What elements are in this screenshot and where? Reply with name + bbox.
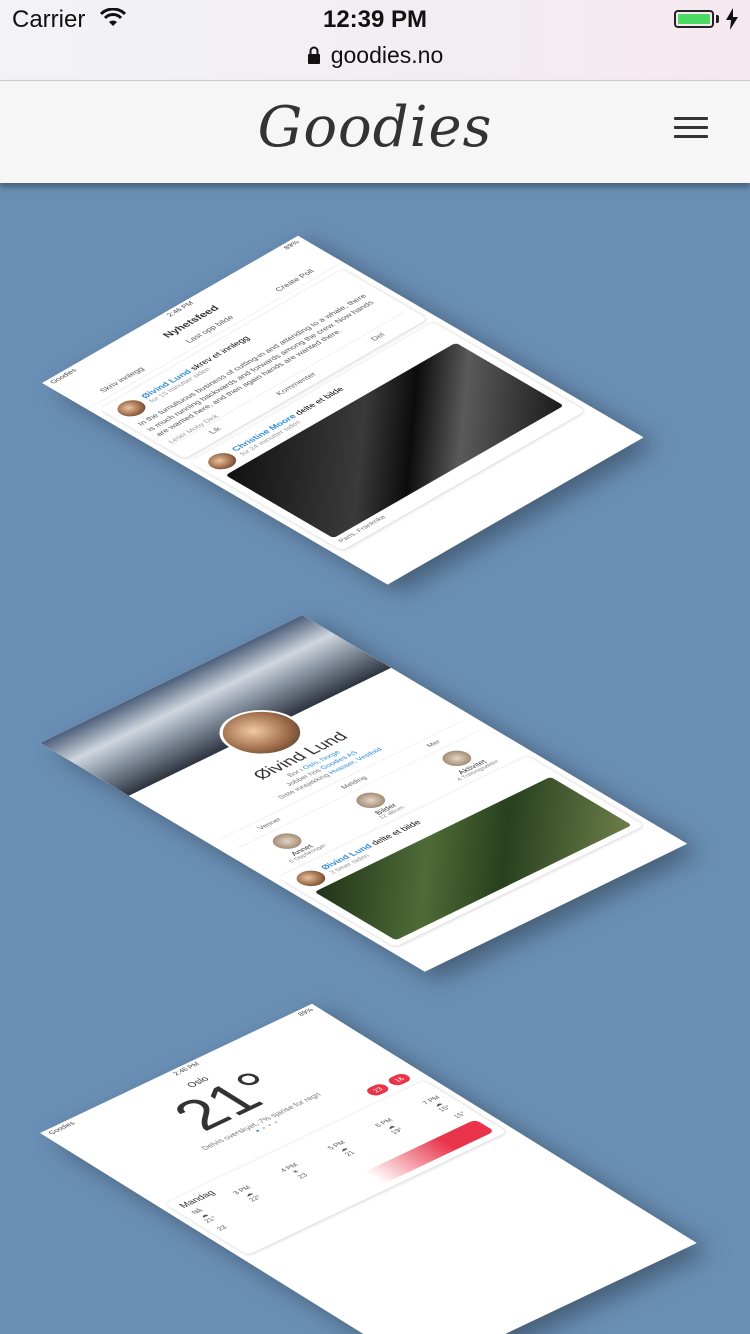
- mock-share: Del: [368, 331, 387, 342]
- hour-item: 3 PM ☁ 22°: [231, 1184, 266, 1204]
- profile-screenshot: Øivind Lund Bor i Oslo, Norge Jobber hos…: [40, 615, 688, 972]
- mock-more: Mer: [424, 738, 443, 749]
- mock-like: Lik: [206, 425, 224, 435]
- mock-badge: 23: [363, 1082, 392, 1098]
- hour-item: 7 PM ☁ 15°: [420, 1095, 455, 1115]
- url-display[interactable]: goodies.no: [0, 42, 750, 69]
- hour-item: 4 PM ☀ 23: [278, 1162, 313, 1182]
- status-bar: Carrier 12:39 PM: [0, 0, 750, 40]
- address-bar[interactable]: goodies.no: [0, 40, 750, 81]
- hamburger-menu-button[interactable]: [672, 111, 710, 149]
- newsfeed-screenshot: Goodies 2:46 PM 89% Nyhetsfeed Skriv inn…: [42, 235, 644, 585]
- mock-value: 15°: [451, 1110, 468, 1120]
- mock-message: Melding: [338, 774, 369, 790]
- hour-item: 6 PM ☁ 19°: [373, 1117, 408, 1137]
- app-showcase: Goodies 2:46 PM 89% Nyhetsfeed Skriv inn…: [0, 183, 750, 1334]
- battery-tip: [716, 15, 719, 23]
- mock-badge: 16: [385, 1072, 414, 1087]
- hour-item: Nå ☁ 21°: [189, 1207, 219, 1224]
- hour-item: 5 PM ☁ 21: [326, 1140, 361, 1160]
- site-header: Goodies: [0, 81, 750, 183]
- weather-screenshot: Goodies 2:46 PM 89% Oslo 21° Delvis over…: [40, 1003, 697, 1334]
- mock-value: 23: [214, 1224, 229, 1232]
- battery-icon: [674, 10, 714, 28]
- charging-bolt-icon: [726, 8, 738, 30]
- menu-bar-icon: [674, 135, 708, 138]
- url-text: goodies.no: [330, 42, 444, 68]
- site-logo[interactable]: Goodies: [0, 95, 750, 160]
- mock-friends: Venner: [255, 816, 283, 831]
- menu-bar-icon: [674, 117, 708, 120]
- mock-battery: 89%: [295, 1007, 316, 1018]
- grid-item: Bilder 12 album: [349, 789, 406, 820]
- menu-bar-icon: [674, 126, 708, 129]
- clock: 12:39 PM: [322, 6, 428, 33]
- lock-icon: [307, 46, 320, 64]
